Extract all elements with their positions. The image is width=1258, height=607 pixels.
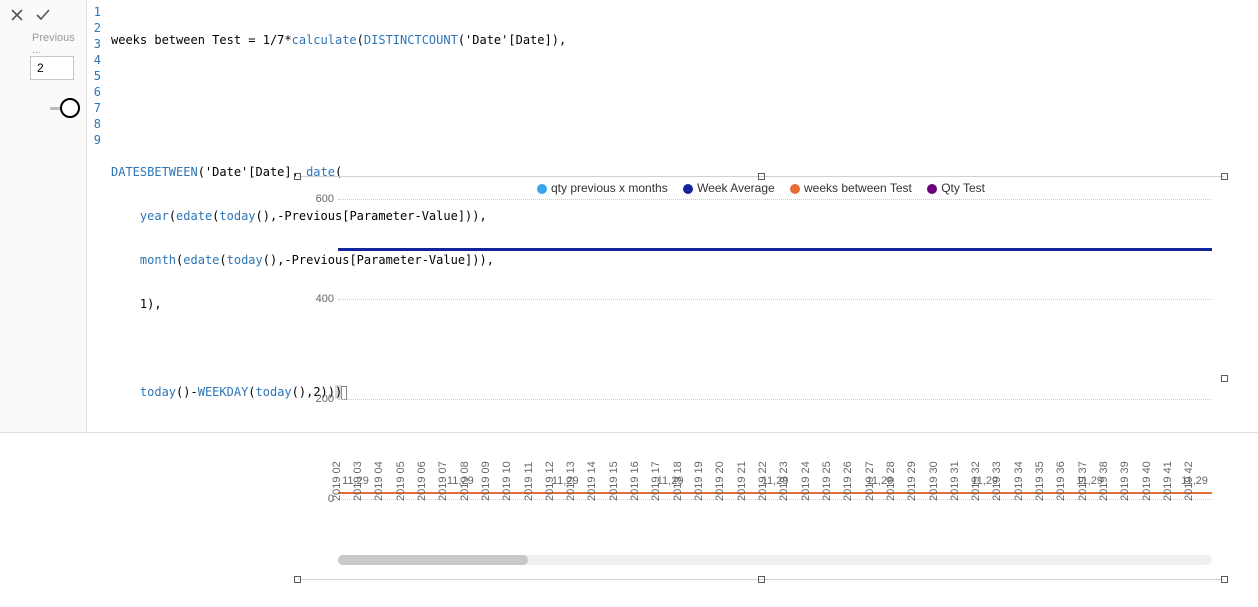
formula-controls: Previous ... xyxy=(0,0,86,122)
x-tick-label: 2019 27 xyxy=(864,461,876,501)
x-tick-label: 2019 13 xyxy=(565,461,577,501)
x-tick-label: 2019 19 xyxy=(693,461,705,501)
x-tick-label: 2019 03 xyxy=(352,461,364,501)
previous-label: Previous ... xyxy=(32,32,80,56)
y-tick-label: 200 xyxy=(304,393,334,405)
x-tick-label: 2019 39 xyxy=(1119,461,1131,501)
legend-qty-previous[interactable]: qty previous x months xyxy=(537,181,668,195)
parameter-slider[interactable] xyxy=(50,98,80,118)
chart-legend: qty previous x months Week Average weeks… xyxy=(298,177,1224,199)
gridline xyxy=(338,299,1212,300)
x-tick-label: 2019 22 xyxy=(757,461,769,501)
x-tick-label: 2019 30 xyxy=(928,461,940,501)
line-chart-visual[interactable]: qty previous x months Week Average weeks… xyxy=(298,176,1224,580)
x-tick-label: 2019 41 xyxy=(1162,461,1174,501)
parameter-value-input[interactable] xyxy=(30,56,74,80)
resize-handle-br[interactable] xyxy=(1221,576,1228,583)
legend-weeks-between[interactable]: weeks between Test xyxy=(790,181,912,195)
legend-qty-test[interactable]: Qty Test xyxy=(927,181,985,195)
x-tick-label: 2019 42 xyxy=(1183,461,1195,501)
chart-h-scrollbar[interactable] xyxy=(338,555,1212,565)
series-week-average xyxy=(338,248,1212,251)
x-tick-label: 2019 08 xyxy=(459,461,471,501)
x-tick-label: 2019 25 xyxy=(821,461,833,501)
gridline xyxy=(338,399,1212,400)
x-tick-label: 2019 15 xyxy=(608,461,620,501)
x-tick-label: 2019 02 xyxy=(331,461,343,501)
resize-handle-bl[interactable] xyxy=(294,576,301,583)
x-tick-label: 2019 06 xyxy=(416,461,428,501)
x-tick-label: 2019 11 xyxy=(523,462,535,501)
x-tick-label: 2019 26 xyxy=(842,461,854,501)
x-tick-label: 2019 34 xyxy=(1013,461,1025,501)
x-tick-label: 2019 28 xyxy=(885,461,897,501)
commit-formula-button[interactable] xyxy=(32,4,54,26)
y-tick-label: 400 xyxy=(304,293,334,305)
y-tick-label: 0 xyxy=(304,493,334,505)
plot-area: 020040060011,2911,2911,2911,2911,2911,29… xyxy=(338,199,1212,499)
x-tick-label: 2019 20 xyxy=(714,461,726,501)
x-tick-label: 2019 31 xyxy=(949,461,961,501)
resize-handle-tr[interactable] xyxy=(1221,173,1228,180)
x-tick-label: 2019 35 xyxy=(1034,461,1046,501)
x-tick-label: 2019 10 xyxy=(501,461,513,501)
x-tick-label: 2019 24 xyxy=(800,461,812,501)
x-tick-label: 2019 32 xyxy=(970,461,982,501)
x-tick-label: 2019 33 xyxy=(991,461,1003,501)
resize-handle-b[interactable] xyxy=(758,576,765,583)
cancel-formula-button[interactable] xyxy=(6,4,28,26)
x-axis: 2019 022019 032019 042019 052019 062019 … xyxy=(338,499,1212,555)
gridline xyxy=(338,199,1212,200)
x-tick-label: 2019 37 xyxy=(1077,461,1089,501)
chart-h-scrollthumb[interactable] xyxy=(338,555,528,565)
line-gutter: 1 2 3 4 5 6 7 8 9 xyxy=(87,0,105,432)
y-tick-label: 600 xyxy=(304,193,334,205)
x-tick-label: 2019 05 xyxy=(395,461,407,501)
x-tick-label: 2019 21 xyxy=(736,461,748,501)
x-tick-label: 2019 38 xyxy=(1098,461,1110,501)
resize-handle-t[interactable] xyxy=(758,173,765,180)
x-tick-label: 2019 29 xyxy=(906,461,918,501)
x-tick-label: 2019 09 xyxy=(480,461,492,501)
x-tick-label: 2019 23 xyxy=(778,461,790,501)
slider-knob[interactable] xyxy=(60,98,80,118)
x-tick-label: 2019 40 xyxy=(1141,461,1153,501)
legend-week-average[interactable]: Week Average xyxy=(683,181,775,195)
x-tick-label: 2019 14 xyxy=(586,461,598,501)
x-tick-label: 2019 36 xyxy=(1055,461,1067,501)
x-tick-label: 2019 17 xyxy=(650,461,662,501)
x-tick-label: 2019 18 xyxy=(672,461,684,501)
x-tick-label: 2019 07 xyxy=(437,461,449,501)
x-tick-label: 2019 04 xyxy=(373,461,385,501)
resize-handle-r[interactable] xyxy=(1221,375,1228,382)
x-tick-label: 2019 16 xyxy=(629,461,641,501)
x-tick-label: 2019 12 xyxy=(544,461,556,501)
resize-handle-tl[interactable] xyxy=(294,173,301,180)
